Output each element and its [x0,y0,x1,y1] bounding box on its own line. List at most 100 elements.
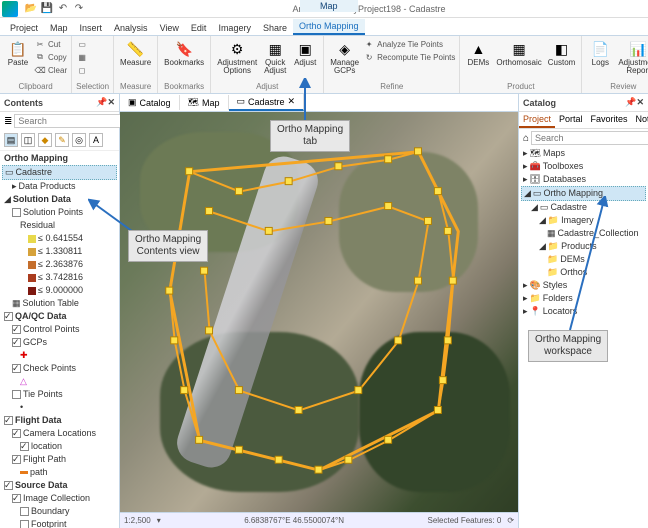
checkbox[interactable] [12,390,21,399]
cut-button[interactable]: ✂Cut [34,38,67,50]
open-icon[interactable]: 📂 [24,2,38,16]
cat-maps[interactable]: ▸ 🗺 Maps [521,147,646,160]
tab-insert[interactable]: Insert [74,21,109,35]
copy-button[interactable]: ⧉Copy [34,51,67,63]
toc-qaqc[interactable]: QA/QC Data [2,310,117,323]
toc-flight-path[interactable]: Flight Path [2,453,117,466]
tab-project[interactable]: Project [4,21,44,35]
tab-share[interactable]: Share [257,21,293,35]
paste-button[interactable]: 📋Paste [4,38,32,82]
cat-cadastre[interactable]: ◢ ▭ Cadastre [521,201,646,214]
tab-close-icon[interactable]: ✕ [288,96,296,107]
cat-collection[interactable]: ▦ Cadastre_Collection [521,227,646,240]
quick-adjust-button[interactable]: ▦Quick Adjust [261,38,289,82]
checkbox[interactable] [12,208,21,217]
tab-analysis[interactable]: Analysis [108,21,154,35]
checkbox[interactable] [4,481,13,490]
toc-boundary[interactable]: Boundary [2,505,117,518]
cat-orthos[interactable]: 📁 Orthos [521,266,646,279]
tab-view[interactable]: View [154,21,185,35]
toc-solution-data[interactable]: ◢ Solution Data [2,193,117,206]
tab-map[interactable]: Map [44,21,74,35]
view-tab-map[interactable]: 🗺Map [180,95,229,110]
tree-icon[interactable]: ≣ [4,116,12,127]
cat-imagery[interactable]: ◢ 📁 Imagery [521,214,646,227]
list-edit-icon[interactable]: ✎ [55,133,69,147]
cat-tab-portal[interactable]: Portal [555,112,587,128]
adjust-options-button[interactable]: ⚙Adjustment Options [215,38,259,82]
bookmarks-button[interactable]: 🔖Bookmarks [162,38,206,82]
checkbox[interactable] [12,325,21,334]
select-attr-button[interactable]: ▦ [76,51,88,63]
toc-source-data[interactable]: Source Data [2,479,117,492]
cat-products[interactable]: ◢ 📁 Products [521,240,646,253]
toc-control-points[interactable]: Control Points [2,323,117,336]
close-icon[interactable]: ✕ [636,97,644,108]
map-canvas[interactable] [120,112,518,512]
toc-gcps[interactable]: GCPs [2,336,117,349]
checkbox[interactable] [12,429,21,438]
toc-image-collection[interactable]: Image Collection [2,492,117,505]
list-source-icon[interactable]: ◫ [21,133,35,147]
toc-location[interactable]: location [2,440,117,453]
toc-data-products[interactable]: ▸Data Products [2,180,117,193]
select-button[interactable]: ▭ [76,38,88,50]
list-drawing-icon[interactable]: ▤ [4,133,18,147]
manage-gcps-button[interactable]: ◈Manage GCPs [328,38,361,82]
home-icon[interactable]: ⌂ [523,133,529,144]
measure-button[interactable]: 📏Measure [118,38,153,82]
redo-icon[interactable]: ↷ [72,2,86,16]
cat-toolboxes[interactable]: ▸ 🧰 Toolboxes [521,160,646,173]
toc-path[interactable]: path [2,466,117,479]
cat-dems[interactable]: 📁 DEMs [521,253,646,266]
cat-tab-favorites[interactable]: Favorites [587,112,632,128]
close-icon[interactable]: ✕ [107,97,115,108]
toc-check-points[interactable]: Check Points [2,362,117,375]
tab-imagery[interactable]: Imagery [212,21,257,35]
checkbox[interactable] [4,312,13,321]
scale-dropdown-icon[interactable]: ▾ [157,516,161,525]
scale-display[interactable]: 1:2,500 [124,516,151,525]
recompute-tie-button[interactable]: ↻Recompute Tie Points [363,51,455,63]
undo-icon[interactable]: ↶ [56,2,70,16]
checkbox[interactable] [20,442,29,451]
logs-button[interactable]: 📄Logs [586,38,614,82]
toc-root[interactable]: ▭Cadastre [2,165,117,180]
cat-locators[interactable]: ▸ 📍 Locators [521,305,646,318]
checkbox[interactable] [12,364,21,373]
checkbox[interactable] [20,507,29,516]
toc-solution-table[interactable]: ▦Solution Table [2,297,117,310]
pin-icon[interactable]: 📌 [625,97,636,108]
cat-tab-not[interactable]: Not [632,112,648,128]
cat-folders[interactable]: ▸ 📁 Folders [521,292,646,305]
contents-tree[interactable]: ▭Cadastre ▸Data Products ◢ Solution Data… [0,165,119,528]
pin-icon[interactable]: 📌 [96,97,107,108]
list-label-icon[interactable]: A [89,133,103,147]
custom-button[interactable]: ◧Custom [546,38,578,82]
view-tab-catalog[interactable]: ▣Catalog [120,95,180,110]
catalog-search-input[interactable] [531,131,648,145]
toc-camera-locations[interactable]: Camera Locations [2,427,117,440]
list-selection-icon[interactable]: ◆ [38,133,52,147]
cat-databases[interactable]: ▸ 🗄 Databases [521,173,646,186]
tab-ortho-mapping[interactable]: Ortho Mapping [293,19,365,35]
save-icon[interactable]: 💾 [40,2,54,16]
select-clear-button[interactable]: ◻ [76,64,88,76]
cat-tab-project[interactable]: Project [519,112,555,128]
toc-tie-points[interactable]: Tie Points [2,388,117,401]
toc-solution-points[interactable]: Solution Points [2,206,117,219]
orthomosaic-button[interactable]: ▦Orthomosaic [494,38,543,82]
cat-ortho-mapping[interactable]: ◢ ▭ Ortho Mapping [521,186,646,201]
cat-styles[interactable]: ▸ 🎨 Styles [521,279,646,292]
checkbox[interactable] [20,520,29,528]
checkbox[interactable] [12,455,21,464]
list-snap-icon[interactable]: ◎ [72,133,86,147]
checkbox[interactable] [12,494,21,503]
toc-flight-data[interactable]: Flight Data [2,414,117,427]
clear-button[interactable]: ⌫Clear [34,64,67,76]
tab-edit[interactable]: Edit [185,21,213,35]
view-tab-cadastre[interactable]: ▭Cadastre✕ [229,94,305,111]
adjust-button[interactable]: ▣Adjust [291,38,319,82]
checkbox[interactable] [12,338,21,347]
refresh-icon[interactable]: ⟳ [507,516,514,525]
